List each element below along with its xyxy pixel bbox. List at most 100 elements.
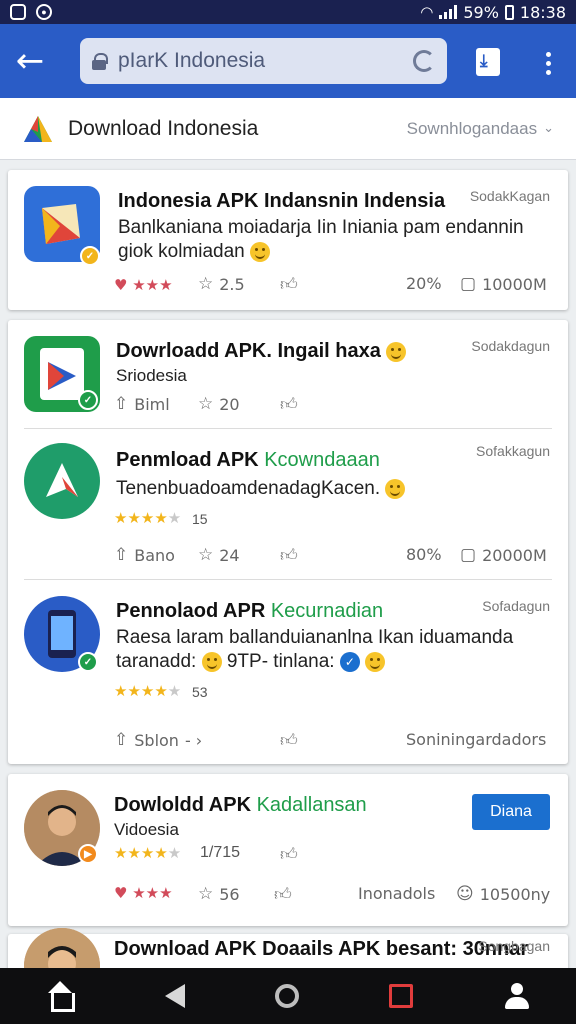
app-date: Sofakkagun	[476, 443, 550, 459]
home-icon[interactable]	[45, 981, 75, 1012]
downloads-label: Inonadols	[358, 884, 436, 903]
heart-icon: ♥	[114, 276, 128, 294]
battery-level: 59%	[463, 2, 499, 22]
smiley-emoji-icon	[365, 651, 386, 672]
comment-icon: ☺	[456, 884, 474, 904]
address-bar[interactable]	[80, 38, 447, 84]
rating-stars: ★★★★★	[114, 509, 182, 527]
url-input[interactable]	[118, 49, 413, 73]
app-description: Banlkaniana moiadarja Iin Iniania pam en…	[118, 217, 524, 262]
star-outline-icon: ☆	[198, 545, 214, 565]
system-nav-bar	[0, 968, 576, 1024]
message-notification-icon: ●	[36, 4, 52, 20]
share-meta: ⇧ Bano	[114, 545, 175, 565]
app-description: Raesa laram ballanduiananlna Ikan iduama…	[116, 627, 514, 672]
thumbs-up-icon[interactable]: 👍︎	[280, 274, 298, 295]
verified-badge-icon: ✓	[78, 390, 98, 410]
app-name: Pennolaod APR Kecurnadian	[116, 600, 384, 622]
comment-icon: ▢	[460, 545, 477, 565]
app-name: Penmload APK Kcowndaaan	[116, 449, 380, 471]
reload-icon[interactable]	[413, 50, 435, 72]
downloads-meta: ▢ 10000M	[460, 274, 547, 294]
check-badge-icon: ✓	[339, 651, 360, 672]
share-icon: ⇧	[114, 545, 129, 565]
browser-toolbar: ←	[0, 24, 576, 98]
rating-meta: ☆ 20	[198, 394, 240, 414]
back-arrow-icon[interactable]: ←	[0, 24, 60, 98]
app-date: SodakKagan	[469, 188, 550, 204]
page-header: Download Indonesia Sownhlogandaas ⌄	[0, 98, 576, 160]
app-date: Songbagan	[478, 938, 550, 954]
comment-icon: ▢	[460, 274, 477, 294]
app-item[interactable]: ✓ Dowrloadd APK. Ingail haxa Sodakdagun …	[8, 320, 568, 428]
app-date: Sodakdagun	[471, 338, 550, 354]
verified-badge-icon: ✓	[80, 246, 100, 266]
rating-count: 15	[192, 511, 208, 527]
download-icon[interactable]	[472, 46, 504, 78]
overflow-menu-icon[interactable]	[536, 48, 560, 78]
verified-badge-icon: ▶	[78, 844, 98, 864]
thumbs-up-icon[interactable]: 👍︎	[274, 884, 292, 905]
page-title: Download Indonesia	[68, 116, 259, 140]
app-item[interactable]: Penmload APK Kcowndaaan Sofakkagun Tenen…	[8, 429, 568, 579]
thumbs-up-icon[interactable]: 👍︎	[280, 545, 298, 566]
app-description: Sriodesia	[116, 366, 187, 385]
sort-dropdown[interactable]: Sownhlogandaas ⌄	[407, 119, 554, 139]
smiley-emoji-icon	[201, 651, 222, 672]
app-item[interactable]: ✓ Pennolaod APR Kecurnadian Sofadagun Ra…	[8, 580, 568, 764]
thumbs-up-icon[interactable]: 👍︎	[280, 394, 298, 415]
app-icon	[24, 443, 100, 519]
downloads-meta: ▢ 20000M	[460, 545, 547, 565]
thumbs-up-icon[interactable]: 👍︎	[280, 844, 298, 865]
app-name: Download APK Doaails APK besant: 30nnar	[114, 938, 529, 960]
battery-icon	[504, 4, 514, 20]
app-date: Sofadagun	[482, 598, 550, 614]
install-button[interactable]: Diana	[472, 794, 550, 830]
percent-value: 80%	[406, 545, 442, 564]
chevron-down-icon: ⌄	[543, 121, 554, 136]
star-outline-icon: ☆	[198, 394, 214, 414]
clock: 18:38	[519, 2, 566, 22]
smiley-emoji-icon	[386, 341, 407, 362]
app-description: Vidoesia	[114, 820, 179, 839]
gallery-notification-icon	[10, 4, 26, 20]
app-list-card: ✓ Dowrloadd APK. Ingail haxa Sodakdagun …	[8, 320, 568, 764]
status-bar: ● ◠ 59% 18:38	[0, 0, 576, 24]
smiley-emoji-icon	[250, 241, 271, 262]
lock-icon	[92, 53, 108, 70]
app-card[interactable]: ▶ Dowloldd APK Kadallansan Diana Vidoesi…	[8, 774, 568, 926]
play-store-logo	[24, 115, 52, 142]
rating-stars: ★★★★★	[114, 844, 182, 862]
app-card[interactable]: ✓ Indonesia APK Indansnin Indensia Sodak…	[8, 170, 568, 310]
recents-icon[interactable]	[389, 984, 413, 1008]
app-name: Dowrloadd APK. Ingail haxa	[116, 340, 407, 363]
wifi-icon: ◠	[420, 3, 434, 21]
share-icon: ⇧	[114, 730, 129, 750]
rating-count: 1/715	[200, 844, 241, 861]
heart-icon: ♥	[114, 884, 128, 902]
verified-badge-icon: ✓	[78, 652, 98, 672]
rating-count: 53	[192, 684, 208, 700]
rating-meta: ☆ 56	[198, 884, 240, 904]
rating-meta: ☆ 24	[198, 545, 240, 565]
rating-stars-secondary: ♥ ★★★	[114, 884, 173, 902]
signal-icon	[439, 5, 458, 19]
star-outline-icon: ☆	[198, 884, 214, 904]
share-meta: ⇧ Biml	[114, 394, 170, 414]
thumbs-up-icon[interactable]: 👍︎	[280, 730, 298, 751]
app-name: Indonesia APK Indansnin Indensia	[118, 190, 446, 212]
home-circle-icon[interactable]	[275, 984, 299, 1008]
rating-stars: ♥ ★★★	[114, 276, 173, 294]
account-icon[interactable]	[503, 981, 531, 1011]
app-description: TenenbuadoamdenadagKacen.	[116, 477, 406, 501]
downloads-meta: ☺ 10500ny	[456, 884, 551, 904]
star-outline-icon: ☆	[198, 274, 214, 294]
rating-meta: ☆ 2.5	[198, 274, 245, 294]
sort-label: Sownhlogandaas	[406, 118, 538, 138]
app-name: Dowloldd APK Kadallansan	[114, 794, 367, 816]
share-meta: ⇧ Sblon - ›	[114, 730, 203, 750]
share-icon: ⇧	[114, 394, 129, 414]
back-icon[interactable]	[165, 984, 185, 1008]
smiley-emoji-icon	[385, 478, 406, 499]
percent-value: 20%	[406, 274, 442, 293]
